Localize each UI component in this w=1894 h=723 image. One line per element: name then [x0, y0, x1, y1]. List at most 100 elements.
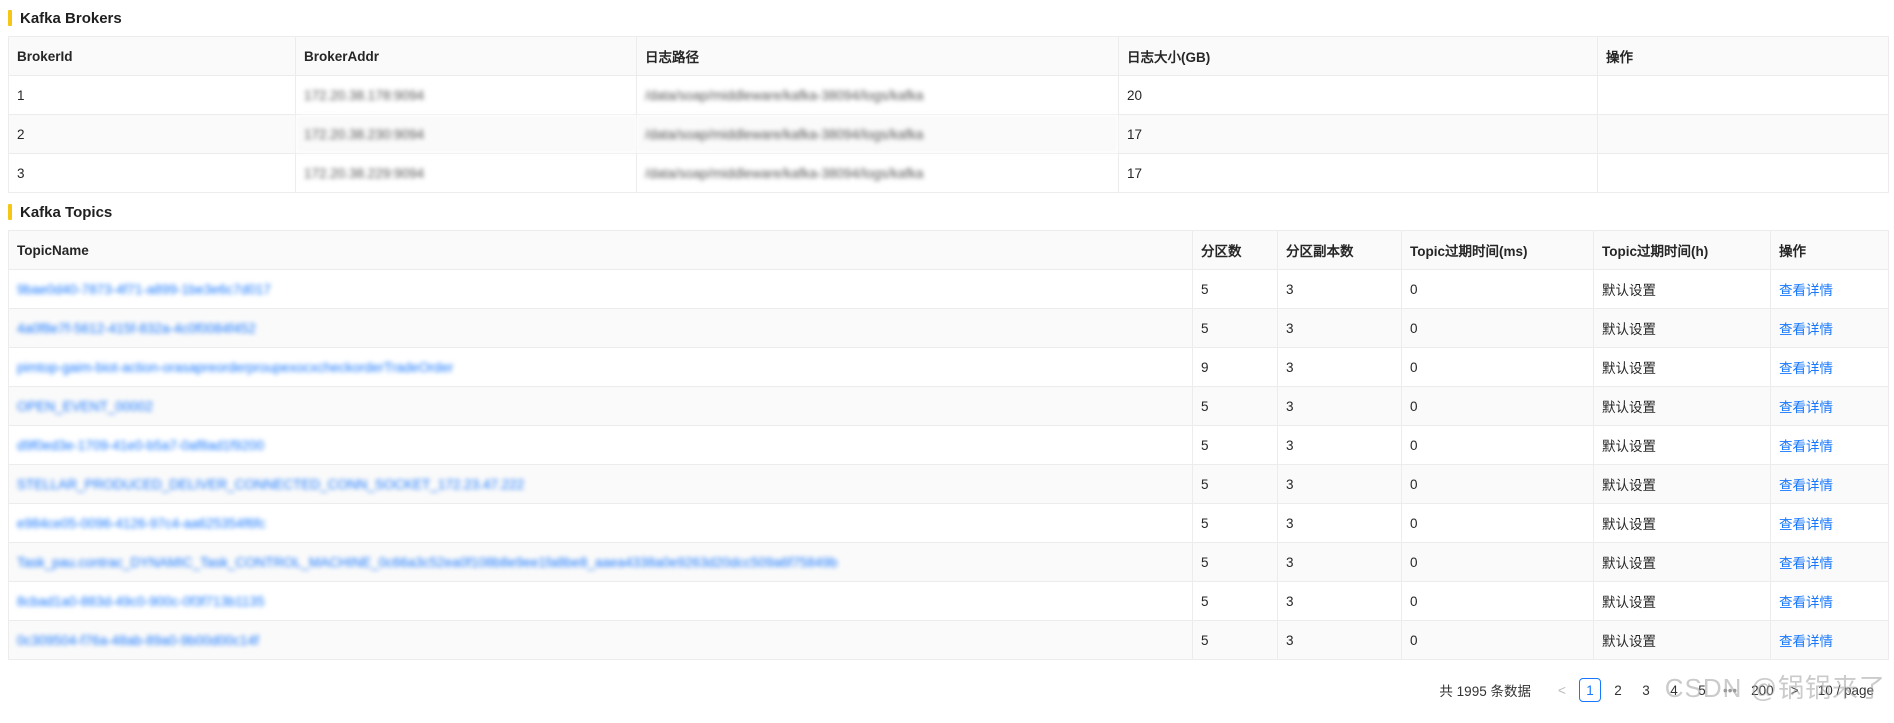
- broker-log-path: /data/soap/middleware/kafka-38094/logs/k…: [636, 114, 1119, 154]
- col-broker-addr[interactable]: BrokerAddr: [295, 36, 637, 76]
- view-details-link[interactable]: 查看详情: [1779, 478, 1833, 493]
- broker-addr: 172.20.38.230:9094: [295, 114, 637, 154]
- topic-replicas: 3: [1277, 581, 1402, 621]
- topic-retention-ms: 0: [1401, 620, 1594, 660]
- brokers-section-title: Kafka Brokers: [8, 7, 122, 29]
- topic-retention-h: 默认设置: [1593, 464, 1771, 504]
- view-details-link[interactable]: 查看详情: [1779, 361, 1833, 376]
- table-row: 3 172.20.38.229:9094 /data/soap/middlewa…: [8, 153, 1889, 193]
- topic-name-link[interactable]: Task_pau.contrac_DYNAMIC_Task_CONTROL_MA…: [17, 555, 837, 570]
- broker-id: 3: [8, 153, 296, 193]
- broker-action: [1597, 153, 1889, 193]
- topic-retention-h: 默认设置: [1593, 308, 1771, 348]
- topic-partitions: 5: [1192, 386, 1278, 426]
- col-replicas[interactable]: 分区副本数: [1277, 230, 1402, 270]
- view-details-link[interactable]: 查看详情: [1779, 634, 1833, 649]
- topic-replicas: 3: [1277, 347, 1402, 387]
- view-details-link[interactable]: 查看详情: [1779, 439, 1833, 454]
- topic-partitions: 5: [1192, 581, 1278, 621]
- col-log-path[interactable]: 日志路径: [636, 36, 1119, 76]
- col-topic-action[interactable]: 操作: [1770, 230, 1889, 270]
- topic-name-link[interactable]: 0c309504-f76a-48ab-89a0-9b00d00c14f: [17, 633, 259, 648]
- broker-action: [1597, 114, 1889, 154]
- col-broker-id[interactable]: BrokerId: [8, 36, 296, 76]
- view-details-link[interactable]: 查看详情: [1779, 322, 1833, 337]
- broker-action: [1597, 75, 1889, 115]
- view-details-link[interactable]: 查看详情: [1779, 400, 1833, 415]
- topic-retention-ms: 0: [1401, 464, 1594, 504]
- topic-retention-ms: 0: [1401, 503, 1594, 543]
- topic-retention-ms: 0: [1401, 581, 1594, 621]
- topic-partitions: 5: [1192, 542, 1278, 582]
- brokers-table: BrokerId BrokerAddr 日志路径 日志大小(GB) 操作 1 1…: [8, 36, 1889, 193]
- page-1-button[interactable]: 1: [1578, 678, 1601, 702]
- title-accent-bar: [8, 204, 12, 220]
- view-details-link[interactable]: 查看详情: [1779, 283, 1833, 298]
- brokers-title: Kafka Brokers: [20, 9, 122, 27]
- topic-retention-h: 默认设置: [1593, 425, 1771, 465]
- topic-retention-ms: 0: [1401, 425, 1594, 465]
- title-accent-bar: [8, 10, 12, 26]
- page-size-select[interactable]: 10 / page: [1812, 678, 1880, 702]
- table-row: 2 172.20.38.230:9094 /data/soap/middlewa…: [8, 114, 1889, 154]
- topic-retention-ms: 0: [1401, 386, 1594, 426]
- topic-retention-ms: 0: [1401, 347, 1594, 387]
- col-topic-name[interactable]: TopicName: [8, 230, 1193, 270]
- pagination: 共 1995 条数据 < 1 2 3 4 5 ••• 200 > 10 / pa…: [1439, 676, 1880, 704]
- topic-name-link[interactable]: 9bae0d40-7873-4f71-a899-1be3e6c7d017: [17, 282, 271, 297]
- table-row: 1 172.20.38.178:9094 /data/soap/middlewa…: [8, 75, 1889, 115]
- page-4-button[interactable]: 4: [1663, 678, 1685, 702]
- col-broker-action[interactable]: 操作: [1597, 36, 1889, 76]
- next-page-button[interactable]: >: [1784, 678, 1806, 702]
- table-row: pimtop-gaim-biot-action-orasapreorderpro…: [8, 347, 1889, 387]
- broker-id: 2: [8, 114, 296, 154]
- topic-replicas: 3: [1277, 425, 1402, 465]
- topic-retention-h: 默认设置: [1593, 269, 1771, 309]
- broker-log-size: 20: [1118, 75, 1598, 115]
- topic-name-link[interactable]: e984ce05-0096-4126-97c4-aa625354f6fc: [17, 516, 265, 531]
- topic-name-link[interactable]: pimtop-gaim-biot-action-orasapreorderpro…: [17, 360, 453, 375]
- table-row: 8cbad1a0-883d-49c0-900c-0f3f713b1135 5 3…: [8, 581, 1889, 621]
- table-row: d9f0ed3e-1709-41e0-b5a7-0af8ad1f9200 5 3…: [8, 425, 1889, 465]
- page-3-button[interactable]: 3: [1635, 678, 1657, 702]
- col-log-size[interactable]: 日志大小(GB): [1118, 36, 1598, 76]
- topic-name-link[interactable]: d9f0ed3e-1709-41e0-b5a7-0af8ad1f9200: [17, 438, 264, 453]
- broker-id: 1: [8, 75, 296, 115]
- brokers-header-row: BrokerId BrokerAddr 日志路径 日志大小(GB) 操作: [8, 36, 1889, 76]
- col-partitions[interactable]: 分区数: [1192, 230, 1278, 270]
- view-details-link[interactable]: 查看详情: [1779, 595, 1833, 610]
- topic-retention-ms: 0: [1401, 308, 1594, 348]
- topic-name-link[interactable]: OPEN_EVENT_00002: [17, 399, 153, 414]
- topic-retention-h: 默认设置: [1593, 620, 1771, 660]
- page-2-button[interactable]: 2: [1607, 678, 1629, 702]
- topic-partitions: 5: [1192, 503, 1278, 543]
- broker-log-path: /data/soap/middleware/kafka-38094/logs/k…: [636, 153, 1119, 193]
- view-details-link[interactable]: 查看详情: [1779, 556, 1833, 571]
- prev-page-button[interactable]: <: [1551, 678, 1573, 702]
- topic-name-link[interactable]: 8cbad1a0-883d-49c0-900c-0f3f713b1135: [17, 594, 264, 609]
- topic-partitions: 5: [1192, 269, 1278, 309]
- topic-name-link[interactable]: STELLAR_PRODUCED_DELIVER_CONNECTED_CONN_…: [17, 477, 524, 492]
- col-retention-h[interactable]: Topic过期时间(h): [1593, 230, 1771, 270]
- topic-retention-ms: 0: [1401, 269, 1594, 309]
- col-retention-ms[interactable]: Topic过期时间(ms): [1401, 230, 1594, 270]
- topic-replicas: 3: [1277, 308, 1402, 348]
- page-5-button[interactable]: 5: [1691, 678, 1713, 702]
- topic-retention-h: 默认设置: [1593, 581, 1771, 621]
- topic-replicas: 3: [1277, 503, 1402, 543]
- topic-retention-h: 默认设置: [1593, 386, 1771, 426]
- last-page-button[interactable]: 200: [1747, 678, 1778, 702]
- view-details-link[interactable]: 查看详情: [1779, 517, 1833, 532]
- topic-partitions: 5: [1192, 620, 1278, 660]
- topic-partitions: 9: [1192, 347, 1278, 387]
- table-row: Task_pau.contrac_DYNAMIC_Task_CONTROL_MA…: [8, 542, 1889, 582]
- topic-replicas: 3: [1277, 269, 1402, 309]
- jump-next-ellipsis[interactable]: •••: [1719, 678, 1741, 702]
- table-row: 0c309504-f76a-48ab-89a0-9b00d00c14f 5 3 …: [8, 620, 1889, 660]
- topic-replicas: 3: [1277, 386, 1402, 426]
- topic-name-link[interactable]: 4a0f8e7f-5612-415f-832a-4c0f0084f452: [17, 321, 256, 336]
- topic-retention-h: 默认设置: [1593, 503, 1771, 543]
- table-row: 9bae0d40-7873-4f71-a899-1be3e6c7d017 5 3…: [8, 269, 1889, 309]
- topic-replicas: 3: [1277, 542, 1402, 582]
- topics-table: TopicName 分区数 分区副本数 Topic过期时间(ms) Topic过…: [8, 230, 1889, 660]
